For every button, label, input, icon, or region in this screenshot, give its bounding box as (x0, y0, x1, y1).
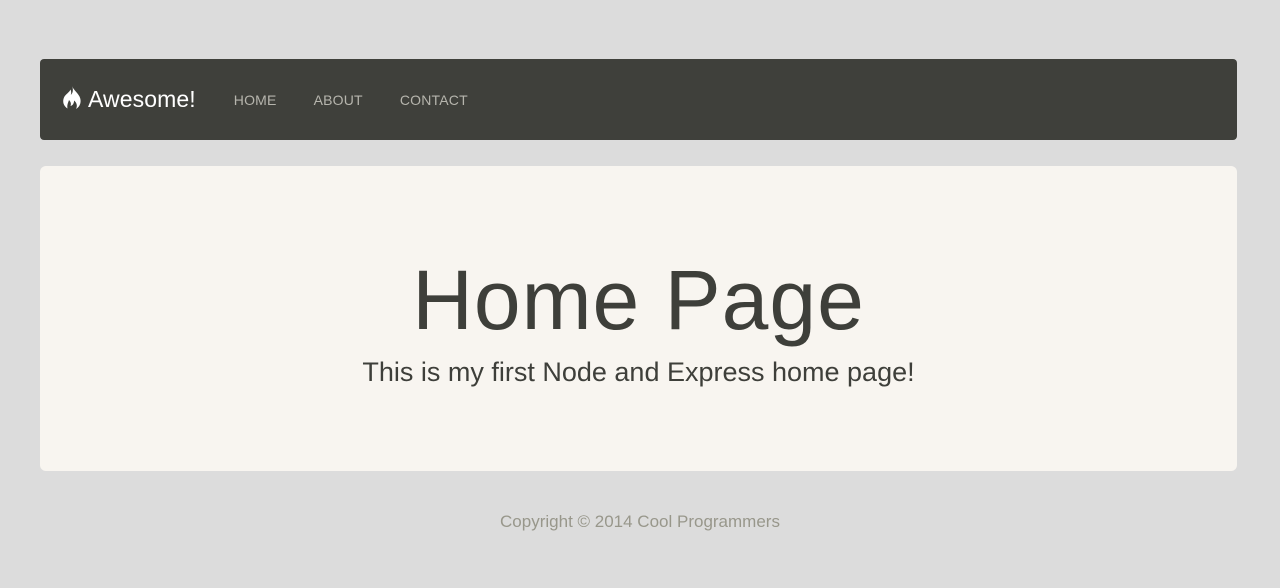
page-title: Home Page (412, 253, 865, 347)
page: Awesome! HOME ABOUT CONTACT Home Page Th… (0, 0, 1280, 588)
brand-link[interactable]: Awesome! (61, 86, 196, 113)
lead-text: This is my first Node and Express home p… (362, 357, 915, 387)
main-nav: HOME ABOUT CONTACT (234, 92, 505, 108)
nav-item-contact[interactable]: CONTACT (400, 92, 468, 108)
nav-item-home[interactable]: HOME (234, 92, 277, 108)
jumbotron: Home Page This is my first Node and Expr… (40, 166, 1237, 471)
nav-item-about[interactable]: ABOUT (314, 92, 363, 108)
footer: Copyright © 2014 Cool Programmers (0, 510, 1280, 534)
brand-name: Awesome! (88, 86, 196, 112)
navbar: Awesome! HOME ABOUT CONTACT (40, 59, 1237, 140)
fire-icon (61, 85, 83, 111)
copyright-text: Copyright © 2014 Cool Programmers (500, 512, 780, 531)
